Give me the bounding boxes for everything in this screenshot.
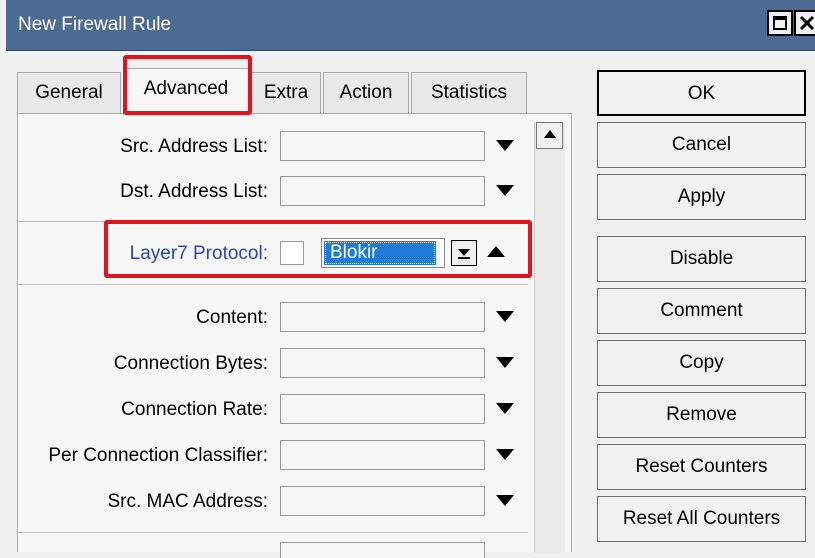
dst-address-list-row: Dst. Address List: — [18, 176, 538, 206]
remove-button[interactable]: Remove — [597, 392, 806, 438]
tab-general-label: General — [35, 82, 103, 103]
reset-counters-button[interactable]: Reset Counters — [597, 444, 806, 490]
src-address-list-input[interactable] — [280, 131, 485, 161]
cancel-button[interactable]: Cancel — [597, 122, 806, 168]
tab-extra[interactable]: Extra — [251, 72, 321, 114]
window-title: New Firewall Rule — [18, 14, 172, 35]
connection-bytes-dropdown-icon[interactable] — [496, 357, 514, 368]
dst-address-list-dropdown-icon[interactable] — [496, 185, 514, 196]
comment-button[interactable]: Comment — [597, 288, 806, 334]
apply-button[interactable]: Apply — [597, 174, 806, 220]
reset-all-counters-button[interactable]: Reset All Counters — [597, 496, 806, 542]
connection-rate-row: Connection Rate: — [18, 394, 538, 424]
separator — [18, 284, 528, 285]
scroll-up-icon[interactable] — [536, 122, 563, 149]
tab-extra-label: Extra — [263, 82, 309, 103]
close-icon[interactable] — [794, 10, 815, 36]
layer7-highlight — [104, 220, 532, 278]
tab-general[interactable]: General — [17, 72, 121, 114]
connection-bytes-input[interactable] — [280, 348, 485, 378]
src-mac-address-row: Src. MAC Address: — [18, 486, 538, 516]
src-mac-address-label: Src. MAC Address: — [107, 491, 269, 512]
per-connection-classifier-dropdown-icon[interactable] — [496, 449, 514, 460]
dst-address-list-input[interactable] — [280, 176, 485, 206]
content-input[interactable] — [280, 302, 485, 332]
src-address-list-row: Src. Address List: — [18, 131, 538, 161]
maximize-icon[interactable] — [767, 10, 793, 36]
next-field-input[interactable] — [280, 542, 485, 558]
connection-rate-dropdown-icon[interactable] — [496, 403, 514, 414]
connection-rate-label: Connection Rate: — [121, 399, 268, 420]
src-mac-address-input[interactable] — [280, 486, 485, 516]
copy-button[interactable]: Copy — [597, 340, 806, 386]
tab-action-label: Action — [339, 82, 393, 103]
src-address-list-label: Src. Address List: — [120, 136, 268, 157]
per-connection-classifier-input[interactable] — [280, 440, 485, 470]
tab-action[interactable]: Action — [323, 72, 409, 114]
src-address-list-dropdown-icon[interactable] — [496, 140, 514, 151]
content-row: Content: — [18, 302, 538, 332]
per-connection-classifier-label: Per Connection Classifier: — [48, 445, 268, 466]
connection-rate-input[interactable] — [280, 394, 485, 424]
content-label: Content: — [196, 307, 268, 328]
advanced-panel: Src. Address List: Dst. Address List: La… — [17, 113, 572, 558]
ok-button[interactable]: OK — [597, 70, 806, 116]
disable-button[interactable]: Disable — [597, 236, 806, 282]
connection-bytes-row: Connection Bytes: — [18, 348, 538, 378]
firewall-rule-window: New Firewall Rule General Advanced Extra… — [0, 0, 815, 558]
content-dropdown-icon[interactable] — [496, 311, 514, 322]
tab-statistics-label: Statistics — [430, 82, 508, 103]
title-bar[interactable]: New Firewall Rule — [6, 0, 815, 51]
connection-bytes-label: Connection Bytes: — [113, 353, 268, 374]
separator — [18, 532, 528, 533]
advanced-tab-highlight — [123, 55, 252, 115]
dst-address-list-label: Dst. Address List: — [120, 181, 268, 202]
per-connection-classifier-row: Per Connection Classifier: — [18, 440, 538, 470]
vertical-scrollbar[interactable] — [534, 122, 565, 553]
src-mac-address-dropdown-icon[interactable] — [496, 495, 514, 506]
tab-statistics[interactable]: Statistics — [411, 72, 527, 114]
